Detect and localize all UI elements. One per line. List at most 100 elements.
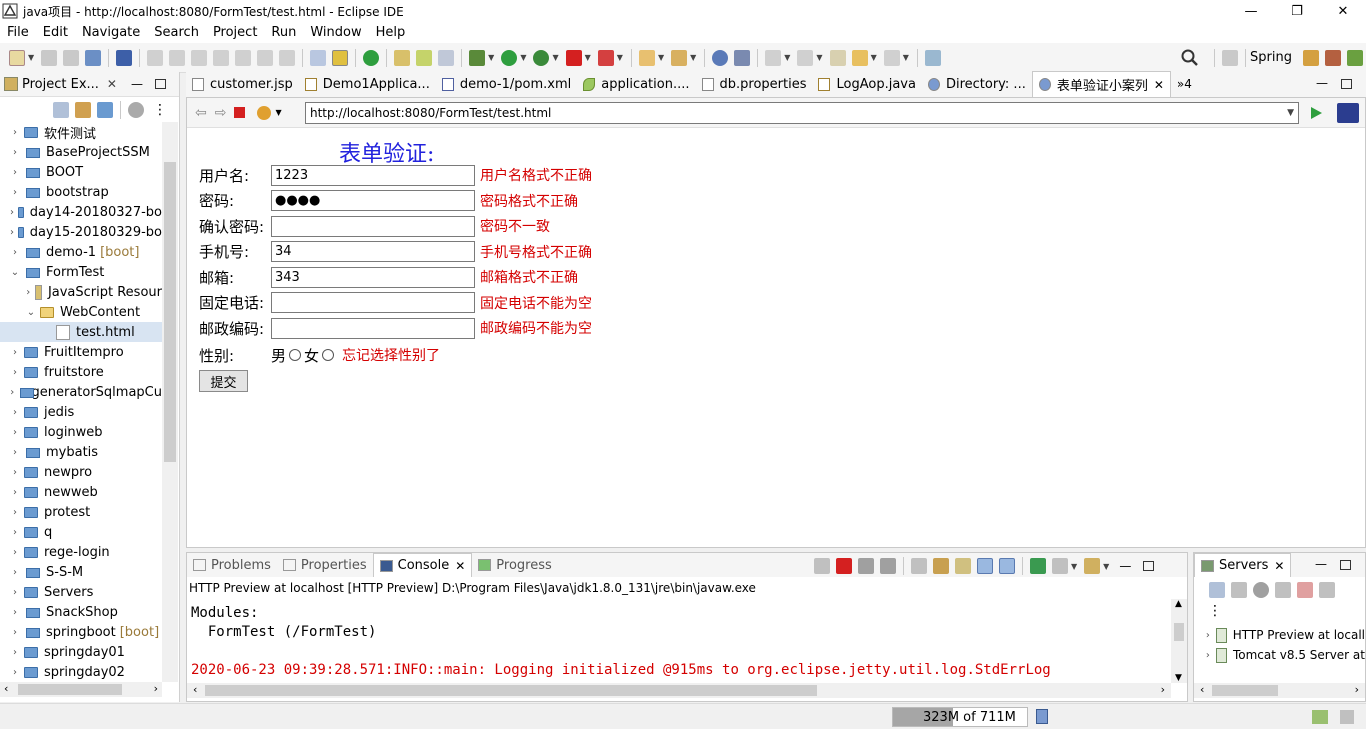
tab-demo1application[interactable]: Demo1Applica... <box>299 71 436 97</box>
expand-icon[interactable]: › <box>10 347 20 358</box>
tree-item[interactable]: › bootstrap <box>0 182 162 202</box>
debug-icon[interactable] <box>469 49 486 66</box>
expand-icon[interactable]: › <box>10 407 20 418</box>
new-icon[interactable] <box>9 49 25 66</box>
mark-occurrences-icon[interactable] <box>332 49 349 66</box>
scroll-up-icon[interactable]: ▲ <box>1175 599 1182 609</box>
expand-icon[interactable]: › <box>10 227 14 238</box>
tab-directory[interactable]: Directory: ... <box>922 71 1032 97</box>
link-with-editor-icon[interactable] <box>75 101 91 118</box>
more-tabs-button[interactable]: »4 <box>1171 71 1198 97</box>
web-browser-icon[interactable] <box>712 49 729 66</box>
tree-item[interactable]: › fruitstore <box>0 362 162 382</box>
display-console-icon[interactable] <box>1052 558 1068 574</box>
field-input[interactable] <box>271 292 475 313</box>
close-tab-icon[interactable]: ✕ <box>1154 78 1164 92</box>
tab-problems[interactable]: Problems <box>187 553 277 577</box>
maximize-view-icon[interactable] <box>1143 561 1155 571</box>
publish-server-icon[interactable] <box>1319 582 1335 598</box>
field-input[interactable]: 343 <box>271 266 475 288</box>
expand-icon[interactable]: › <box>10 127 20 138</box>
pin-editor-icon[interactable] <box>924 49 941 66</box>
scroll-left-icon[interactable]: ‹ <box>1200 683 1204 696</box>
suspend-icon[interactable] <box>169 49 186 66</box>
tree-item[interactable]: › springboot [boot] <box>0 622 162 642</box>
menu-help[interactable]: Help <box>369 25 413 40</box>
view-menu-icon[interactable]: ⋮ <box>1194 603 1365 619</box>
new-package-icon[interactable] <box>416 49 433 66</box>
tree-item[interactable]: › FruitItempro <box>0 342 162 362</box>
step-return-icon[interactable] <box>279 49 296 66</box>
close-tab-icon[interactable]: ✕ <box>455 559 465 573</box>
tree-item[interactable]: › demo-1 [boot] <box>0 242 162 262</box>
menu-edit[interactable]: Edit <box>36 25 75 40</box>
tree-item[interactable]: › mybatis <box>0 442 162 462</box>
maximize-view-icon[interactable] <box>1340 560 1351 570</box>
show-on-stderr-icon[interactable] <box>999 558 1015 574</box>
stop-icon[interactable] <box>234 107 246 118</box>
tree-item[interactable]: test.html <box>0 322 162 342</box>
field-input[interactable]: 34 <box>271 241 475 262</box>
expand-icon[interactable]: › <box>10 567 20 578</box>
servers-hscrollbar[interactable]: ‹ › <box>1194 683 1365 698</box>
forward-dropdown-icon[interactable]: ▼ <box>903 53 909 62</box>
run-dropdown-icon[interactable]: ▼ <box>520 53 526 62</box>
tree-item[interactable]: › jedis <box>0 402 162 422</box>
open-task-dropdown-icon[interactable]: ▼ <box>690 53 696 62</box>
search-tool-icon[interactable] <box>734 49 751 66</box>
expand-icon[interactable]: › <box>10 207 14 218</box>
tab-servers[interactable]: Servers ✕ <box>1194 553 1292 577</box>
expand-icon[interactable]: › <box>10 247 20 258</box>
display-console-dropdown-icon[interactable]: ▼ <box>1071 562 1077 571</box>
tree-item[interactable]: › newpro <box>0 462 162 482</box>
spring-perspective-icon[interactable] <box>1347 49 1363 66</box>
scroll-thumb[interactable] <box>205 685 817 696</box>
tree-item[interactable]: › q <box>0 522 162 542</box>
close-view-icon[interactable]: ✕ <box>107 77 117 91</box>
menu-window[interactable]: Window <box>303 25 368 40</box>
tree-item[interactable]: › S-S-M <box>0 562 162 582</box>
focus-task-icon[interactable] <box>128 101 144 118</box>
step-over-icon[interactable] <box>257 49 274 66</box>
expand-icon[interactable]: › <box>10 367 20 378</box>
tab-db-properties[interactable]: db.properties <box>696 71 813 97</box>
menu-run[interactable]: Run <box>264 25 303 40</box>
collapse-icon[interactable]: ⌄ <box>10 267 20 278</box>
start-server-icon[interactable] <box>1253 582 1269 598</box>
scroll-lock-icon[interactable] <box>933 558 949 574</box>
url-input[interactable]: http://localhost:8080/FormTest/test.html… <box>305 102 1299 124</box>
tab-pom-xml[interactable]: demo-1/pom.xml <box>436 71 577 97</box>
prev-annotation-icon[interactable] <box>797 49 814 66</box>
forward-arrow-icon[interactable]: ⇨ <box>215 105 227 121</box>
go-icon[interactable] <box>1309 106 1323 120</box>
save-all-icon[interactable] <box>63 49 80 66</box>
tree-item[interactable]: › JavaScript Resour <box>0 282 162 302</box>
pin-console-icon[interactable] <box>814 558 830 574</box>
expand-icon[interactable]: › <box>10 387 14 398</box>
project-explorer-tab[interactable]: Project Ex... <box>22 77 99 92</box>
minimize-view-icon[interactable]: — <box>1119 559 1131 573</box>
expand-icon[interactable]: › <box>10 527 20 538</box>
tab-form-validation[interactable]: 表单验证小案列 ✕ <box>1031 71 1171 97</box>
male-radio[interactable] <box>289 349 302 361</box>
remove-launch-icon[interactable] <box>858 558 874 574</box>
tab-customer-jsp[interactable]: customer.jsp <box>186 71 299 97</box>
maximize-view-icon[interactable] <box>154 79 166 89</box>
expand-icon[interactable]: › <box>26 287 31 298</box>
console-icon[interactable] <box>85 49 102 66</box>
menu-search[interactable]: Search <box>147 25 206 40</box>
back-arrow-icon[interactable]: ⇦ <box>195 105 207 121</box>
server-item[interactable]: › Tomcat v8.5 Server at <box>1194 645 1365 665</box>
view-menu-icon[interactable]: ⋮ <box>153 102 167 118</box>
scroll-right-icon[interactable]: › <box>1161 683 1165 696</box>
console-vscrollbar[interactable]: ▲ ▼ <box>1171 599 1187 683</box>
new-java-project-icon[interactable] <box>394 49 411 66</box>
run-gc-icon[interactable] <box>1036 709 1048 724</box>
tab-application-properties[interactable]: application.... <box>577 71 695 97</box>
clear-console-icon[interactable] <box>911 558 927 574</box>
tree-item[interactable]: ⌄ FormTest <box>0 262 162 282</box>
expand-icon[interactable]: › <box>10 607 20 618</box>
project-tree-hscrollbar[interactable]: ‹ › <box>0 682 162 697</box>
scroll-thumb[interactable] <box>18 684 122 695</box>
scroll-thumb[interactable] <box>164 162 176 462</box>
